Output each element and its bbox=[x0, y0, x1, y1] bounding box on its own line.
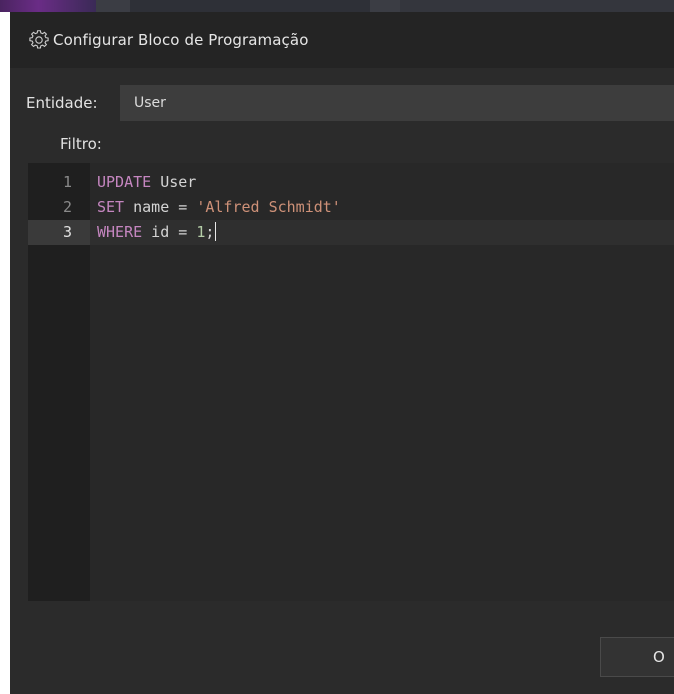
code-token-ident bbox=[187, 223, 196, 241]
background-tab bbox=[130, 0, 370, 12]
code-line[interactable]: 3 WHERE id = 1; bbox=[28, 220, 674, 245]
code-token-ident bbox=[187, 198, 196, 216]
entity-label: Entidade: bbox=[26, 94, 98, 112]
code-token-kw: SET bbox=[97, 198, 125, 216]
code-token-ident: User bbox=[151, 173, 197, 191]
entity-select[interactable]: User bbox=[120, 85, 674, 121]
code-token-kw: WHERE bbox=[97, 223, 143, 241]
code-token-op: = bbox=[178, 223, 188, 241]
code-token-str: 'Alfred Schmidt' bbox=[196, 198, 341, 216]
text-caret bbox=[215, 222, 217, 241]
code-line[interactable]: 1 UPDATE User bbox=[28, 170, 674, 195]
code-token-ident: name bbox=[124, 198, 179, 216]
code-token-punct: ; bbox=[205, 223, 215, 241]
line-number: 2 bbox=[62, 198, 72, 216]
code-text: WHERE id = 1; bbox=[97, 220, 217, 245]
filter-label: Filtro: bbox=[60, 135, 102, 153]
entity-value: User bbox=[134, 95, 166, 111]
code-line[interactable]: 2 SET name = 'Alfred Schmidt' bbox=[28, 195, 674, 220]
code-token-op: = bbox=[178, 198, 188, 216]
dialog-footer: O bbox=[10, 601, 674, 694]
configure-block-dialog: Configurar Bloco de Programação Entidade… bbox=[10, 12, 674, 694]
background-tab bbox=[400, 0, 674, 12]
dialog-titlebar[interactable]: Configurar Bloco de Programação bbox=[10, 12, 674, 68]
line-number: 3 bbox=[62, 223, 72, 241]
ok-button[interactable]: O bbox=[600, 637, 674, 677]
background-window-strip bbox=[0, 0, 674, 12]
code-token-kw: UPDATE bbox=[97, 173, 152, 191]
code-token-ident: id bbox=[142, 223, 179, 241]
code-text: UPDATE User bbox=[97, 170, 196, 195]
gear-icon bbox=[29, 30, 49, 50]
dialog-title: Configurar Bloco de Programação bbox=[53, 31, 309, 49]
line-number: 1 bbox=[62, 173, 72, 191]
code-editor[interactable]: 1 UPDATE User 2 SET name = 'Alfred Schmidt'… bbox=[28, 163, 674, 601]
background-app-icon bbox=[0, 0, 96, 12]
code-text: SET name = 'Alfred Schmidt' bbox=[97, 195, 341, 220]
